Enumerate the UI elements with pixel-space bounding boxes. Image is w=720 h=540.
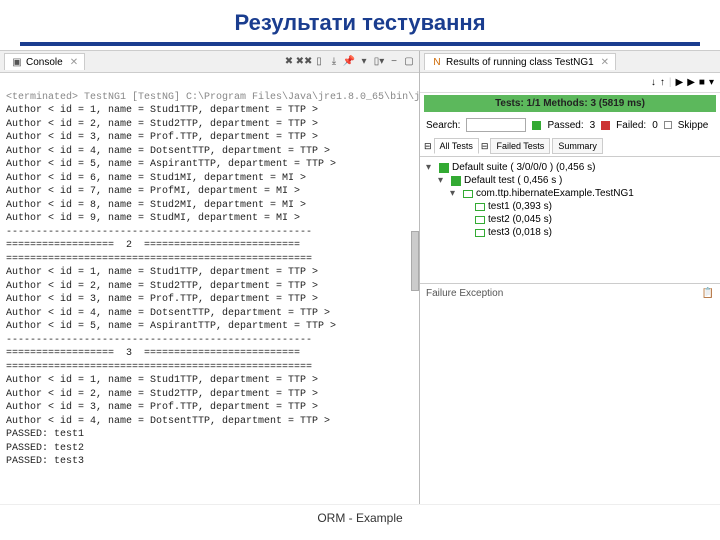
console-line: Author < id = 2, name = Stud2TTP, depart… (6, 281, 318, 292)
suite-ok-icon (439, 163, 449, 173)
console-line: ========================================… (6, 254, 312, 265)
console-line: Author < id = 3, name = Prof.TTP, depart… (6, 132, 318, 143)
tree-method[interactable]: test3 (0,018 s) (426, 226, 714, 239)
results-toolbar: ↓ ↑ | ▶ ▶ ■ ▾ (420, 73, 720, 93)
console-line: Author < id = 8, name = Stud2MI, departm… (6, 200, 306, 211)
skipped-label: Skippe (678, 120, 709, 131)
scrollbar-thumb[interactable] (411, 231, 419, 291)
next-failure-icon[interactable]: ↓ (651, 77, 656, 88)
results-tabbar: N Results of running class TestNG1 ✕ (420, 51, 720, 73)
results-tab-label: Results of running class TestNG1 (446, 57, 594, 68)
console-line: ========================================… (6, 362, 312, 373)
console-line: Author < id = 5, name = AspirantTTP, dep… (6, 159, 336, 170)
console-line: PASSED: test3 (6, 456, 84, 467)
test-tree: ▾Default suite ( 3/0/0/0 ) (0,456 s) ▾De… (420, 157, 720, 243)
class-icon (463, 190, 473, 198)
method-ok-icon (475, 216, 485, 224)
clear-console-icon[interactable]: ▯ (313, 56, 325, 68)
results-panel: N Results of running class TestNG1 ✕ ↓ ↑… (420, 51, 720, 504)
search-label: Search: (426, 120, 460, 131)
console-line: Author < id = 1, name = Stud1TTP, depart… (6, 267, 318, 278)
console-line: Author < id = 4, name = DotsentTTP, depa… (6, 308, 330, 319)
console-line: ================== 2 ===================… (6, 240, 300, 251)
remove-launch-icon[interactable]: ✖ (283, 56, 295, 68)
maximize-icon[interactable]: ▢ (403, 56, 415, 68)
tree-suite[interactable]: ▾Default suite ( 3/0/0/0 ) (0,456 s) (426, 161, 714, 174)
tab-summary[interactable]: Summary (552, 138, 603, 154)
display-selected-icon[interactable]: ▾ (358, 56, 370, 68)
close-icon[interactable]: ✕ (597, 57, 609, 68)
pin-console-icon[interactable]: 📌 (343, 56, 355, 68)
tree-method[interactable]: test1 (0,393 s) (426, 200, 714, 213)
remove-all-icon[interactable]: ✖✖ (298, 56, 310, 68)
passed-label: Passed: (547, 120, 583, 131)
failure-exception-label: Failure Exception (426, 288, 503, 299)
tab-failed-tests[interactable]: Failed Tests (490, 138, 550, 154)
console-line: ================== 3 ===================… (6, 348, 300, 359)
close-icon[interactable]: ✕ (66, 57, 78, 68)
divider (20, 42, 700, 46)
scroll-lock-icon[interactable]: ⤓ (328, 56, 340, 68)
passed-indicator-icon (532, 121, 541, 130)
console-line: Author < id = 5, name = AspirantTTP, dep… (6, 321, 336, 332)
failed-count: 0 (652, 120, 658, 131)
console-tab[interactable]: ▣ Console ✕ (4, 53, 85, 70)
console-tab-label: Console (26, 57, 63, 68)
tab-all-tests[interactable]: All Tests (434, 138, 479, 154)
skipped-indicator-icon (664, 121, 672, 129)
content: ▣ Console ✕ ✖ ✖✖ ▯ ⤓ 📌 ▾ ▯▾ − ▢ <termina… (0, 50, 720, 504)
passed-count: 3 (590, 120, 596, 131)
failure-exception-section: Failure Exception 📋 (420, 283, 720, 303)
console-line: Author < id = 3, name = Prof.TTP, depart… (6, 402, 318, 413)
console-line: ----------------------------------------… (6, 227, 312, 238)
collapse-icon[interactable]: ⊟ (424, 141, 432, 152)
stop-icon[interactable]: ■ (699, 77, 705, 88)
console-body: <terminated> TestNG1 [TestNG] C:\Program… (0, 73, 419, 504)
console-tabbar: ▣ Console ✕ ✖ ✖✖ ▯ ⤓ 📌 ▾ ▯▾ − ▢ (0, 51, 419, 73)
console-line: Author < id = 7, name = ProfMI, departme… (6, 186, 300, 197)
console-line: ----------------------------------------… (6, 335, 312, 346)
failed-indicator-icon (601, 121, 610, 130)
console-toolbar: ✖ ✖✖ ▯ ⤓ 📌 ▾ ▯▾ − ▢ (283, 56, 415, 68)
results-subtabs: ⊟ All Tests ⊟ Failed Tests Summary (420, 136, 720, 157)
console-line: Author < id = 1, name = Stud1TTP, depart… (6, 375, 318, 386)
method-ok-icon (475, 203, 485, 211)
results-tab[interactable]: N Results of running class TestNG1 ✕ (424, 53, 616, 70)
testng-icon: N (431, 56, 443, 68)
console-icon: ▣ (11, 56, 23, 68)
slide-footer: ORM - Example (0, 504, 720, 531)
console-line: Author < id = 6, name = Stud1MI, departm… (6, 173, 306, 184)
tree-class[interactable]: ▾com.ttp.hibernateExample.TestNG1 (426, 187, 714, 200)
terminated-line: <terminated> TestNG1 [TestNG] C:\Program… (6, 92, 419, 103)
slide-title: Результати тестування (0, 0, 720, 42)
minimize-icon[interactable]: − (388, 56, 400, 68)
tree-test[interactable]: ▾Default test ( 0,456 s ) (426, 174, 714, 187)
search-row: Search: Passed: 3 Failed: 0 Skippe (420, 114, 720, 136)
console-line: Author < id = 9, name = StudMI, departme… (6, 213, 300, 224)
tree-method[interactable]: test2 (0,045 s) (426, 213, 714, 226)
console-line: Author < id = 2, name = Stud2TTP, depart… (6, 389, 318, 400)
console-line: Author < id = 4, name = DotsentTTP, depa… (6, 146, 330, 157)
failed-tab-icon: ⊟ (481, 141, 489, 152)
method-ok-icon (475, 229, 485, 237)
failed-label: Failed: (616, 120, 646, 131)
rerun-icon[interactable]: ▶ (676, 77, 684, 88)
copy-trace-icon[interactable]: 📋 (702, 288, 714, 299)
console-line: Author < id = 2, name = Stud2TTP, depart… (6, 119, 318, 130)
console-line: Author < id = 1, name = Stud1TTP, depart… (6, 105, 318, 116)
tests-banner: Tests: 1/1 Methods: 3 (5819 ms) (424, 95, 716, 112)
console-line: Author < id = 3, name = Prof.TTP, depart… (6, 294, 318, 305)
history-icon[interactable]: ▾ (709, 77, 714, 88)
console-line: Author < id = 4, name = DotsentTTP, depa… (6, 416, 330, 427)
prev-failure-icon[interactable]: ↑ (660, 77, 665, 88)
console-line: PASSED: test1 (6, 429, 84, 440)
console-panel: ▣ Console ✕ ✖ ✖✖ ▯ ⤓ 📌 ▾ ▯▾ − ▢ <termina… (0, 51, 420, 504)
open-console-icon[interactable]: ▯▾ (373, 56, 385, 68)
rerun-failed-icon[interactable]: ▶ (687, 77, 695, 88)
test-ok-icon (451, 176, 461, 186)
console-line: PASSED: test2 (6, 443, 84, 454)
search-input[interactable] (466, 118, 526, 132)
